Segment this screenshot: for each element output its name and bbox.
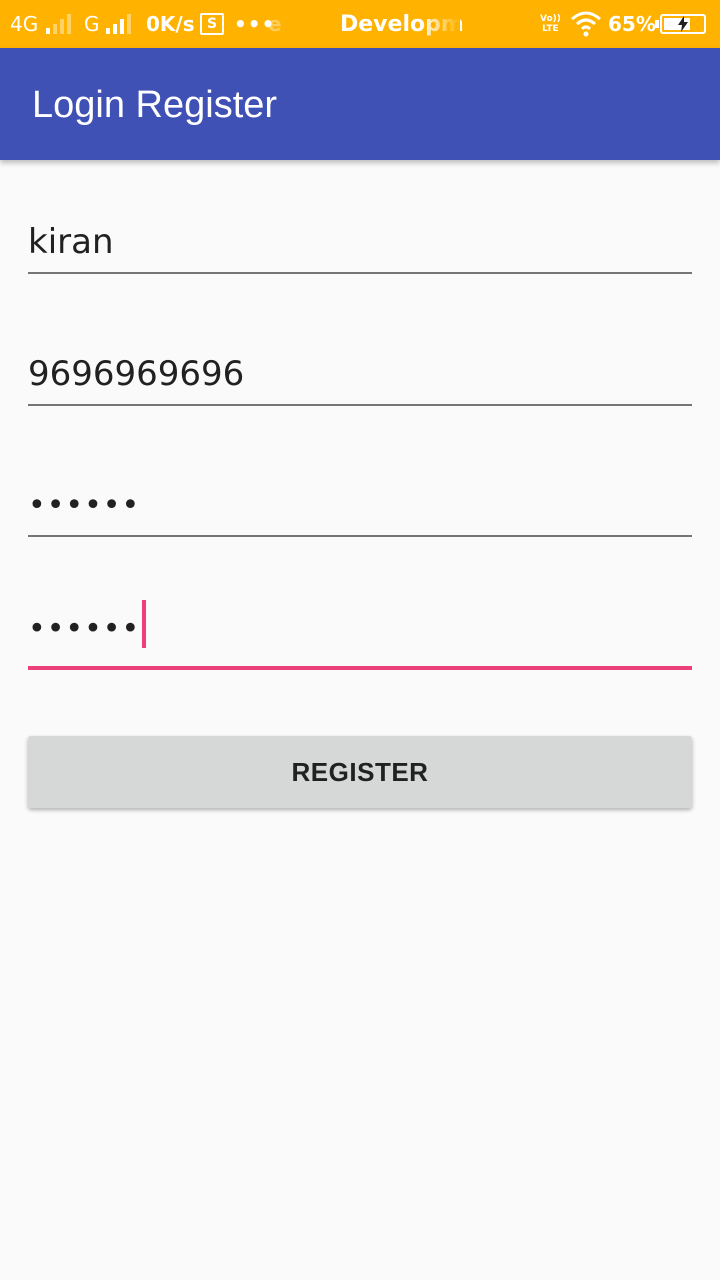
confirm-password-field[interactable]: •••••• — [28, 600, 692, 670]
volte-line-2: LTE — [542, 24, 559, 34]
register-button[interactable]: REGISTER — [28, 736, 692, 808]
title-fade-overlay — [420, 0, 460, 48]
password-field[interactable]: •••••• — [28, 477, 692, 537]
app-title: Login Register — [32, 84, 278, 126]
name-value: kiran — [28, 222, 114, 262]
phone-value: 9696969696 — [28, 354, 245, 394]
wifi-icon — [570, 10, 602, 38]
phone-field[interactable]: 9696969696 — [28, 346, 692, 406]
volte-icon: Vo)) LTE — [540, 0, 561, 48]
signal-strength-icon — [46, 14, 74, 34]
network-4g-label: 4G — [10, 12, 39, 36]
volte-line-1: Vo)) — [540, 14, 561, 24]
signal-strength-icon — [106, 14, 134, 34]
faded-notification-text: e — [268, 12, 282, 36]
battery-percentage: 65% — [608, 12, 656, 36]
confirm-password-value: •••••• — [28, 611, 141, 647]
screenshot-icon: S — [200, 13, 224, 35]
app-bar: Login Register — [0, 48, 720, 160]
network-g-label: G — [84, 12, 100, 36]
battery-charging-icon — [655, 14, 708, 34]
status-bar: 4G G 0K/s S ••• e Developm Vo)) LTE 65% — [0, 0, 720, 48]
text-cursor — [142, 600, 147, 648]
name-field[interactable]: kiran — [28, 214, 692, 274]
network-speed: 0K/s — [146, 12, 195, 36]
password-value: •••••• — [28, 488, 141, 523]
confirm-password-container: •••••• — [28, 600, 147, 654]
